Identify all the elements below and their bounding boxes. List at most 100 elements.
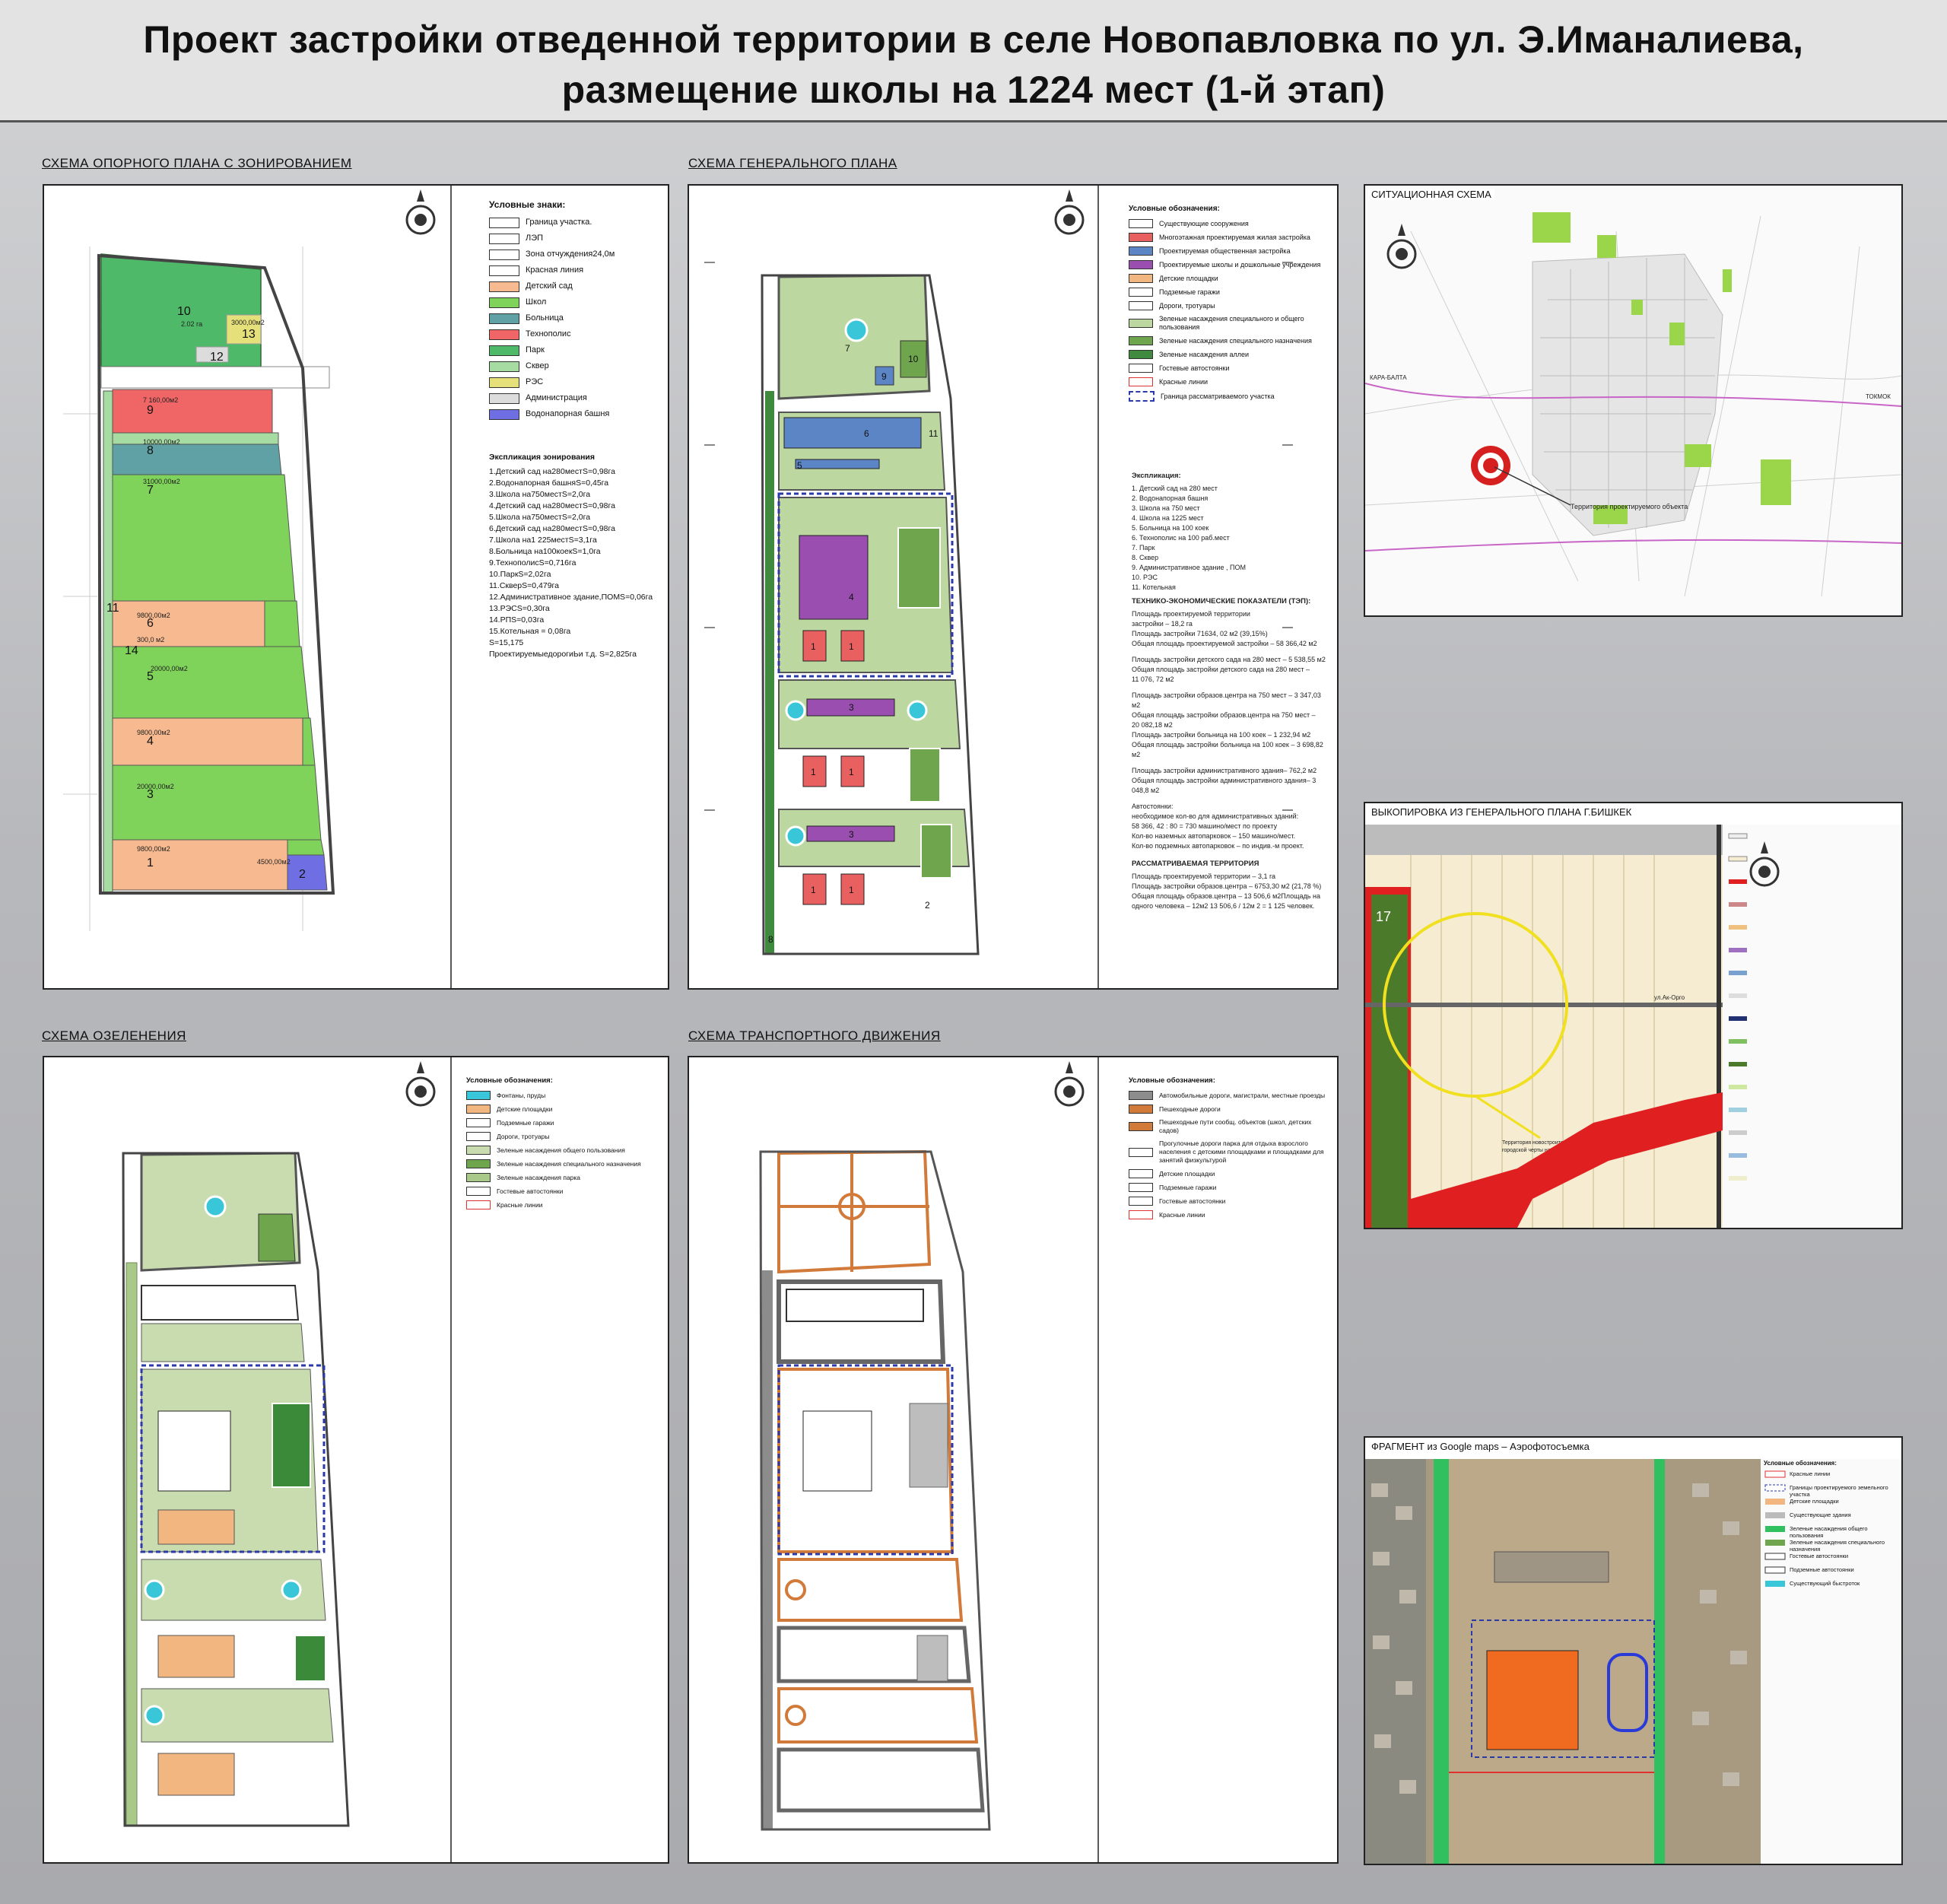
tep-line-12: Площадь застройки больница на 100 коек –… — [1132, 731, 1311, 739]
green-legend: Условные обозначения: Фонтаны, пруды Дет… — [466, 1076, 664, 1214]
master-sports-field-2 — [909, 748, 941, 803]
green-legend-label-4: Зеленые насаждения общего пользования — [497, 1146, 625, 1154]
zone-water-tower — [287, 854, 328, 891]
master-expl-9: 10. РЭС — [1132, 574, 1158, 581]
compass-icon — [1054, 1061, 1085, 1107]
aerial-legend-8: Существующий быстроток — [1790, 1580, 1860, 1587]
transport-legend-title: Условные обозначения: — [1129, 1076, 1215, 1085]
master-legend-label-9: Зеленые насаждения аллеи — [1159, 350, 1250, 358]
aerial-legend-6: Гостевые автостоянки — [1790, 1553, 1849, 1559]
master-expl-3: 4. Школа на 1225 мест — [1132, 514, 1204, 522]
area-label-res: 3000,00м2 — [231, 319, 265, 326]
zone-label-7: 7 — [147, 484, 154, 497]
panel-aerial: ФРАГМЕНТ из Google maps – Аэрофотосъемка… — [1364, 1436, 1903, 1865]
compass-icon — [1054, 189, 1085, 235]
situation-map: Территория проектируемого объекта КАРА-Б… — [1365, 186, 1901, 615]
aerial-legend-2: Детские площадки — [1790, 1498, 1839, 1505]
tep-line-1: застройки – 18,2 га — [1132, 620, 1193, 628]
zoning-legend-label-9: Сквер — [526, 361, 549, 370]
tep-line-5: Площадь застройки детского сада на 280 м… — [1132, 656, 1326, 663]
extract-title: ВЫКОПИРОВКА ИЗ ГЕНЕРАЛЬНОГО ПЛАНА Г.БИШК… — [1368, 806, 1635, 818]
section-label-transport: СХЕМА ТРАНСПОРТНОГО ДВИЖЕНИЯ — [688, 1028, 941, 1043]
tep-line-22: Кол-во наземных автопарковок – 150 машин… — [1132, 832, 1295, 840]
green-fountain-2 — [144, 1579, 165, 1600]
aerial-legend-4: Зеленые насаждения общего пользования — [1790, 1525, 1868, 1539]
zone-square-11 — [103, 390, 113, 894]
tep-sub-1: Площадь застройки образов.центра – 6753,… — [1132, 882, 1322, 890]
area-label-school-7: 31000,00м2 — [143, 478, 180, 485]
zoning-legend-label-2: Зона отчуждения24,0м — [526, 250, 615, 259]
section-label-green: СХЕМА ОЗЕЛЕНЕНИЯ — [42, 1028, 186, 1043]
green-legend-label-7: Гостевые автостоянки — [497, 1187, 564, 1195]
zone-label-4: 4 — [147, 735, 154, 748]
zoning-legend-label-12: Водонапорная башня — [526, 409, 610, 418]
aerial-legend-title: Условные обозначения: — [1764, 1460, 1837, 1467]
green-sports-field — [272, 1403, 311, 1488]
section-label-master: СХЕМА ГЕНЕРАЛЬНОГО ПЛАНА — [688, 156, 897, 170]
panel-situation: Территория проектируемого объекта КАРА-Б… — [1364, 184, 1903, 617]
master-legend-label-3: Проектируемые школы и дошкольные учрежде… — [1159, 260, 1321, 269]
tep-line-11: 20 082,18 м2 — [1132, 721, 1173, 729]
transport-sports-field-2 — [916, 1635, 948, 1682]
green-alley — [125, 1262, 138, 1826]
header: Проект застройки отведенной территории в… — [0, 0, 1947, 122]
green-legend-label-6: Зеленые насаждения парка — [497, 1173, 581, 1181]
tep-line-19: Автостоянки: — [1132, 803, 1174, 810]
aerial-green-strip-left — [1434, 1459, 1449, 1864]
aerial-legend-7: Подземные автостоянки — [1790, 1566, 1854, 1573]
zoning-expl-16: ПроектируемыедорогиЬи т.д. S=2,825га — [489, 650, 637, 659]
aerial-green-strip-right — [1654, 1459, 1665, 1864]
master-num-1c: 1 — [811, 767, 816, 777]
tep-line-2: Площадь застройки 71634, 02 м2 (39,15%) — [1132, 630, 1268, 637]
zoning-legend-label-6: Больница — [526, 313, 564, 323]
area-label-technopolis: 7 160,00м2 — [143, 396, 178, 404]
tep-line-13: Общая площадь застройки больница на 100 … — [1132, 741, 1323, 758]
green-kg-b — [157, 1635, 235, 1678]
zoning-legend: Условные знаки: Граница участка. ЛЭП Зон… — [489, 199, 656, 424]
tep-sub-2: Общая площадь образов.центра – 13 506,6 … — [1132, 892, 1320, 900]
tep-line-10: Общая площадь застройки образов.центра н… — [1132, 711, 1316, 719]
master-num-1e: 1 — [811, 885, 816, 895]
green-legend-label-5: Зеленые насаждения специального назначен… — [497, 1159, 641, 1168]
area-label-water: 4500,00м2 — [257, 858, 291, 866]
zoning-legend-title: Условные знаки: — [489, 199, 566, 210]
tep-line-17: 048,8 м2 — [1132, 787, 1160, 794]
tep-sub-0: Площадь проектируемой территории – 3,1 г… — [1132, 873, 1276, 880]
zoning-expl-3: 4.Детский сад на280местS=0,98га — [489, 501, 615, 510]
zoning-expl-8: 9.ТехнополисS=0,716га — [489, 558, 576, 567]
zone-school-7 — [112, 474, 296, 602]
area-label-kg-4: 9800,00м2 — [137, 729, 170, 736]
title-line-2: размещение школы на 1224 мест (1-й этап) — [561, 68, 1386, 111]
zoning-expl-2: 3.Школа на750местS=2,0га — [489, 490, 591, 499]
master-expl-0: 1. Детский сад на 280 мест — [1132, 485, 1218, 492]
zoning-legend-label-0: Граница участка. — [526, 218, 592, 227]
zone-label-8: 8 — [147, 444, 154, 457]
tep-line-6: Общая площадь застройки детского сада на… — [1132, 666, 1310, 673]
master-expl-6: 7. Парк — [1132, 544, 1155, 551]
master-num-1a: 1 — [811, 641, 816, 652]
master-fountain-4 — [785, 825, 806, 847]
master-fountain-1 — [844, 318, 869, 342]
zoning-legend-label-1: ЛЭП — [526, 234, 544, 243]
transport-legend-label-5: Подземные гаражи — [1159, 1183, 1217, 1191]
master-expl-5: 6. Технополис на 100 раб.мест — [1132, 534, 1230, 542]
master-explication-title: Экспликация: — [1132, 472, 1181, 480]
master-legend-label-11: Красные линии — [1159, 377, 1209, 386]
zoning-expl-10: 11.СкверS=0,479га — [489, 581, 559, 590]
aerial-legend-3: Существующие здания — [1790, 1511, 1851, 1518]
zone-label-2: 2 — [299, 868, 306, 881]
master-expl-7: 8. Сквер — [1132, 554, 1159, 561]
master-num-3a: 3 — [849, 702, 854, 713]
master-legend-label-12: Граница рассматриваемого участка — [1161, 392, 1275, 400]
master-legend-label-10: Гостевые автостоянки — [1159, 364, 1230, 372]
master-sports-field-3 — [920, 824, 952, 879]
transport-school-750b — [777, 1687, 979, 1743]
master-tep-title: ТЕХНИКО-ЭКОНОМИЧЕСКИЕ ПОКАЗАТЕЛИ (ТЭП): — [1132, 597, 1311, 606]
zoning-explication-title: Экспликация зонирования — [489, 453, 596, 462]
aerial-legend-1: Границы проектируемого земельного участк… — [1790, 1484, 1888, 1498]
zone-label-11: 11 — [106, 602, 119, 615]
green-kg-c — [157, 1753, 235, 1796]
transport-legend: Условные обозначения: Автомобильные доро… — [1129, 1076, 1332, 1224]
master-legend-label-7: Зеленые насаждения специального и общего… — [1159, 315, 1304, 331]
master-legend-label-4: Детские площадки — [1159, 274, 1218, 282]
